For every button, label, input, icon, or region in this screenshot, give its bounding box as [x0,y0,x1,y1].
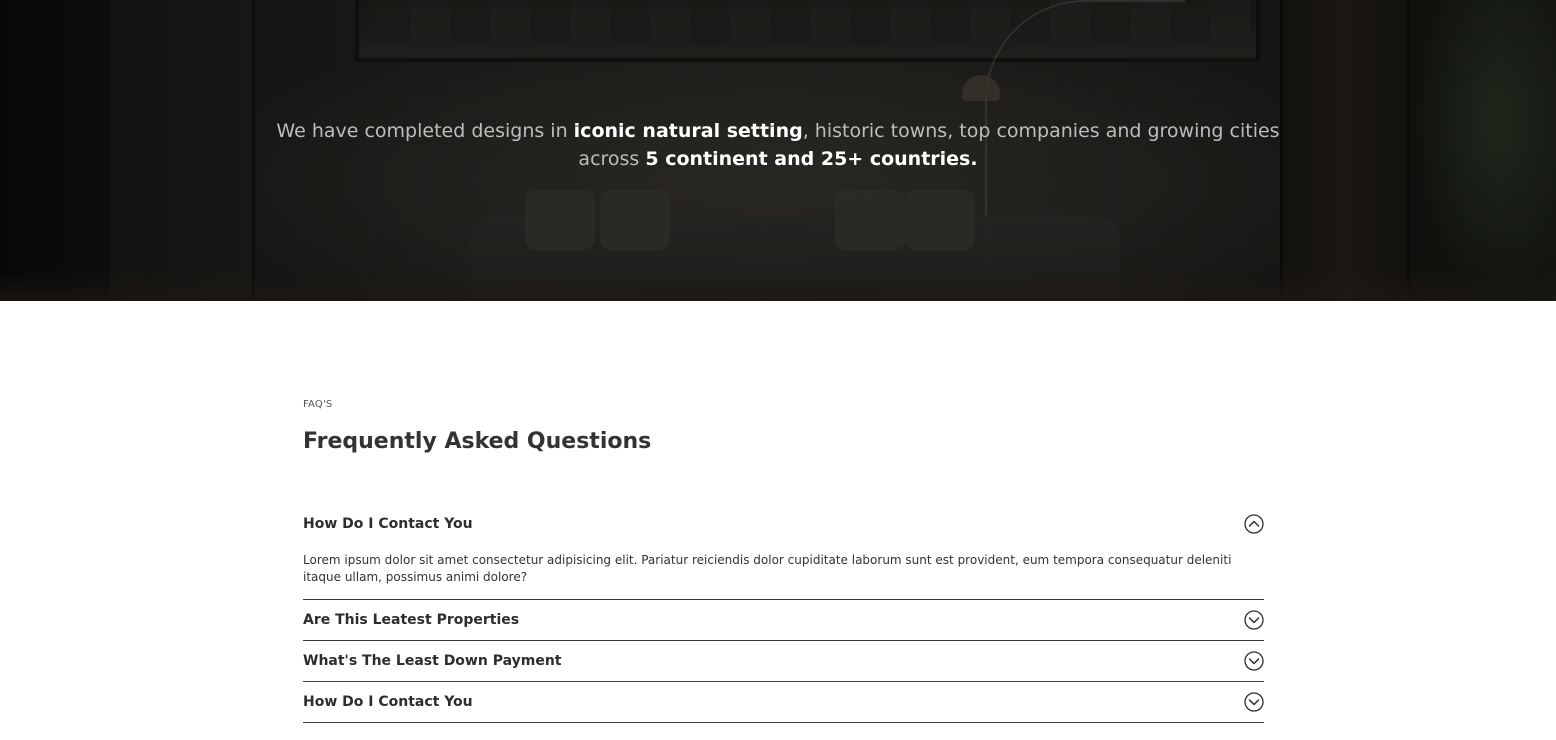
faq-question-header[interactable]: How Do I Contact You [303,505,1264,543]
faq-item: How Do I Contact You [303,682,1264,723]
faq-question-header[interactable]: What's The Least Down Payment [303,641,1264,681]
hero-background-floor [0,270,1556,301]
faq-section: FAQ'S Frequently Asked Questions How Do … [303,398,1264,723]
faq-title: Frequently Asked Questions [303,429,652,454]
faq-question: How Do I Contact You [303,694,473,710]
hero-banner: We have completed designs in iconic natu… [0,0,1556,301]
hero-highlight-text: iconic natural setting [573,120,803,142]
hero-background-window [370,0,1250,44]
hero-highlight-text: 5 continent and 25+ countries. [645,148,978,170]
hero-background-cushion [905,190,975,250]
hero-background-window-frame [355,0,1260,62]
hero-text: We have completed designs in [276,120,574,142]
hero-background-cushion [600,190,670,250]
faq-question-header[interactable]: Are This Leatest Properties [303,600,1264,640]
hero-background-cushion [525,190,595,250]
hero-statement: We have completed designs in iconic natu… [0,117,1556,173]
chevron-up-circle-icon[interactable] [1244,514,1264,534]
hero-background-lamp-shade [962,75,1000,101]
faq-accordion: How Do I Contact You Lorem ipsum dolor s… [303,505,1264,723]
chevron-down-circle-icon[interactable] [1244,610,1264,630]
faq-question: What's The Least Down Payment [303,653,562,669]
faq-eyebrow: FAQ'S [303,399,333,410]
faq-answer: Lorem ipsum dolor sit amet consectetur a… [303,553,1232,584]
hero-text: , historic towns, top companies and grow… [802,120,1280,142]
faq-question: How Do I Contact You [303,516,473,532]
faq-question: Are This Leatest Properties [303,612,520,628]
faq-question-header[interactable]: How Do I Contact You [303,682,1264,722]
chevron-down-circle-icon[interactable] [1244,651,1264,671]
hero-text: across [578,148,646,170]
faq-item: How Do I Contact You Lorem ipsum dolor s… [303,505,1264,600]
hero-statement-line-1: We have completed designs in iconic natu… [0,117,1556,145]
hero-background-cushion [835,190,905,250]
faq-item: Are This Leatest Properties [303,600,1264,641]
hero-statement-line-2: across 5 continent and 25+ countries. [0,145,1556,173]
hero-background-sofa [470,215,1120,301]
chevron-down-circle-icon[interactable] [1244,692,1264,712]
faq-item: What's The Least Down Payment [303,641,1264,682]
